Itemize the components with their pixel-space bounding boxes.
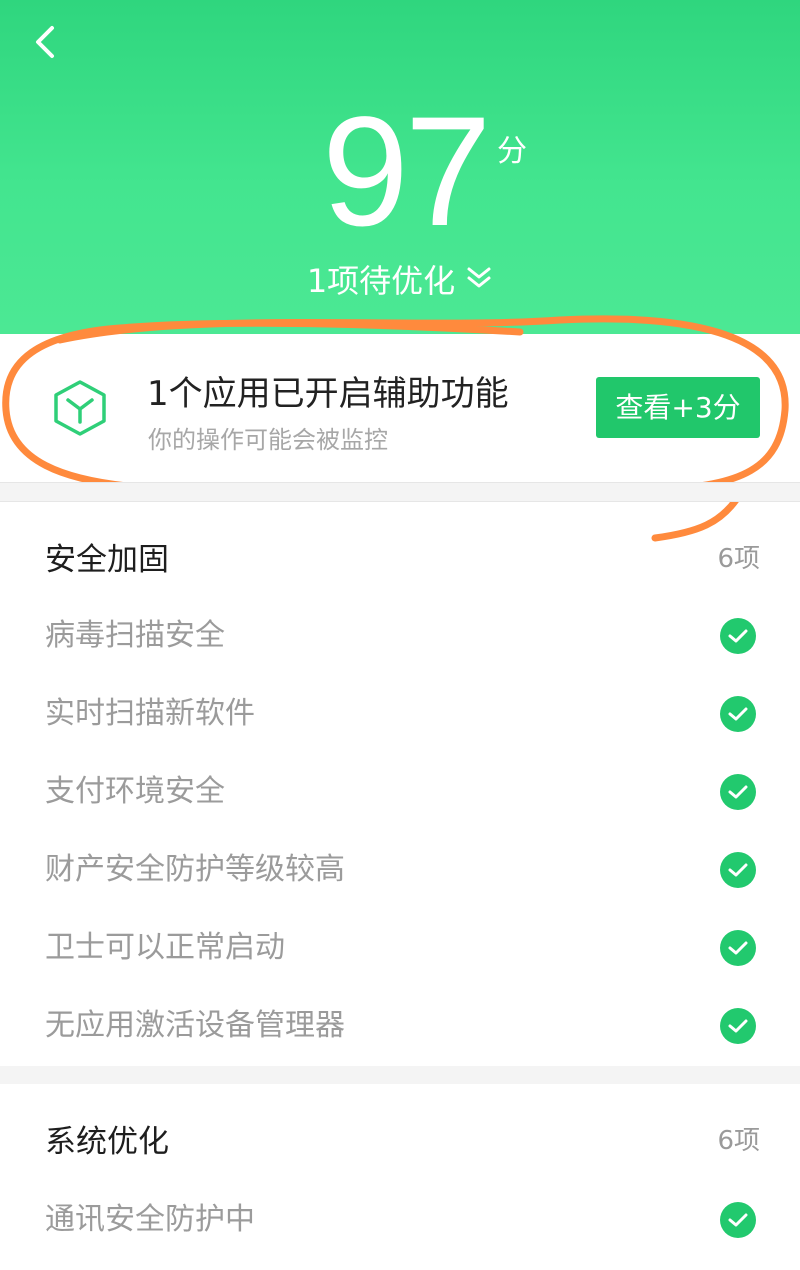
pending-optimization-toggle[interactable]: 1项待优化 — [0, 256, 800, 302]
security-hardening-section: 安全加固 6项 病毒扫描安全 实时扫描新软件 支付环境安全 财产安全防护等级较高… — [0, 500, 800, 1066]
section-title: 系统优化 — [45, 1124, 169, 1160]
double-chevron-down-icon — [465, 262, 493, 300]
accessibility-alert-card: 1个应用已开启辅助功能 你的操作可能会被监控 查看+3分 — [0, 334, 800, 482]
check-circle-icon — [720, 618, 756, 654]
item-label: 财产安全防护等级较高 — [45, 852, 345, 887]
section-divider — [0, 482, 800, 502]
item-label: 通讯安全防护中 — [45, 1202, 255, 1237]
list-item: 卫士可以正常启动 — [0, 920, 800, 998]
list-item: 支付环境安全 — [0, 764, 800, 842]
check-circle-icon — [720, 774, 756, 810]
item-label: 无应用激活设备管理器 — [45, 1008, 345, 1043]
item-label: 支付环境安全 — [45, 774, 225, 809]
back-button[interactable] — [26, 20, 70, 64]
section-count: 6项 — [717, 1126, 760, 1156]
section-divider — [0, 1066, 800, 1084]
check-circle-icon — [720, 1008, 756, 1044]
alert-subtitle: 你的操作可能会被监控 — [148, 426, 388, 454]
section-title: 安全加固 — [45, 542, 169, 578]
cube-icon — [52, 378, 108, 438]
list-item: 病毒扫描安全 — [0, 608, 800, 686]
check-circle-icon — [720, 1202, 756, 1238]
view-plus-3-button[interactable]: 查看+3分 — [596, 377, 760, 438]
list-item: 财产安全防护等级较高 — [0, 842, 800, 920]
score-value: 97 — [322, 85, 492, 259]
section-count: 6项 — [717, 544, 760, 574]
system-optimization-section: 系统优化 6项 通讯安全防护中 — [0, 1084, 800, 1268]
pending-optimization-label: 1项待优化 — [306, 262, 456, 300]
item-label: 病毒扫描安全 — [45, 618, 225, 653]
score-header: 97 分 1项待优化 — [0, 0, 800, 334]
chevron-left-icon — [36, 26, 54, 58]
list-item: 实时扫描新软件 — [0, 686, 800, 764]
alert-title: 1个应用已开启辅助功能 — [147, 374, 509, 414]
score-unit: 分 — [497, 134, 527, 169]
check-circle-icon — [720, 930, 756, 966]
item-label: 实时扫描新软件 — [45, 696, 255, 731]
check-circle-icon — [720, 696, 756, 732]
list-item: 通讯安全防护中 — [0, 1192, 800, 1270]
list-item: 无应用激活设备管理器 — [0, 998, 800, 1076]
check-circle-icon — [720, 852, 756, 888]
item-label: 卫士可以正常启动 — [45, 930, 285, 965]
